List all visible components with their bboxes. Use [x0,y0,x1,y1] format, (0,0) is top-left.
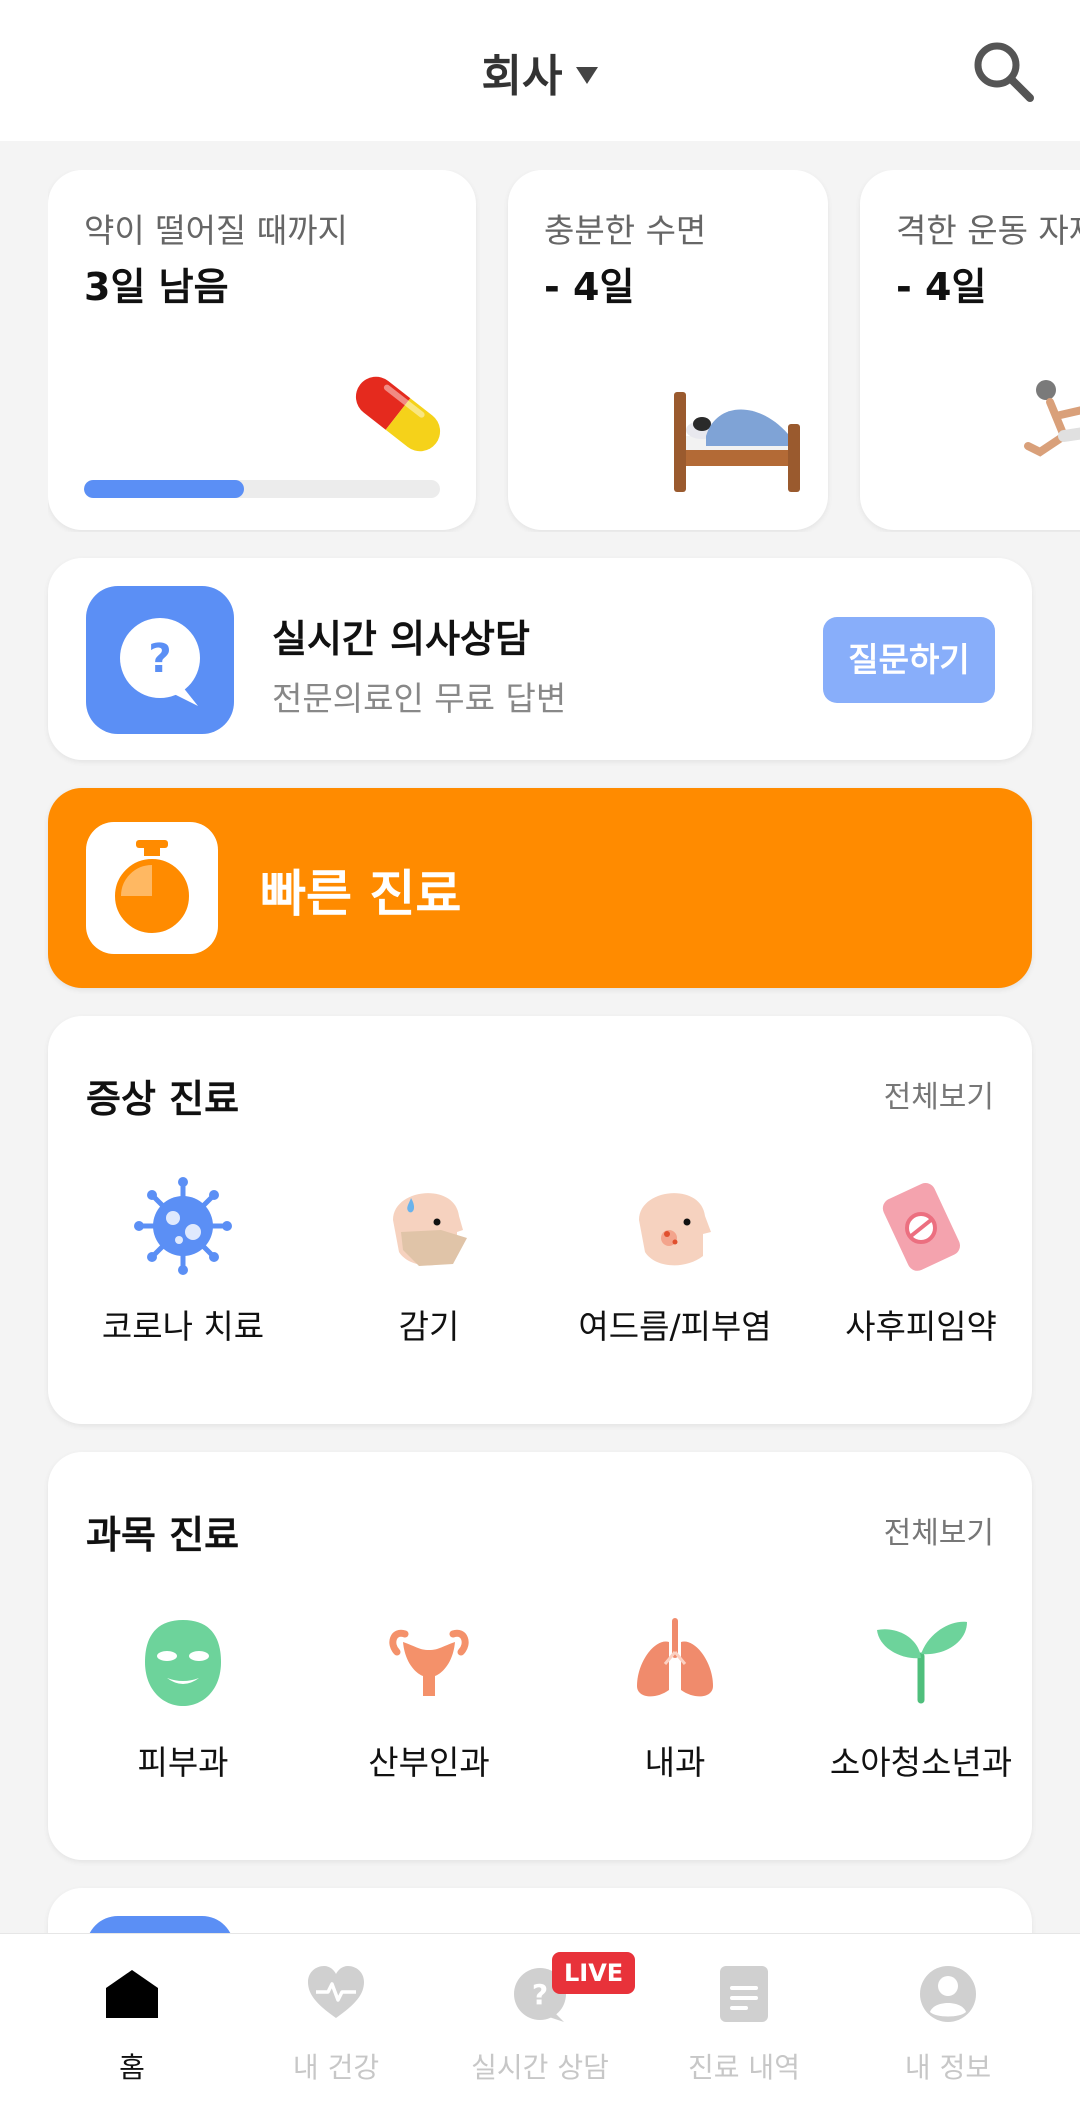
caret-down-icon [576,66,599,84]
quick-care-button[interactable]: 빠른 진료 [48,788,1032,988]
item-label: 산부인과 [368,1743,490,1782]
lungs-icon [637,1618,713,1697]
svg-text:?: ? [532,1978,548,2011]
bottom-tab-bar: 홈 내 건강 ? LIVE 실시간 상담 진료 내역 내 정보 [0,1933,1080,2115]
section-title: 증상 진료 [86,1077,240,1121]
pill-pack-icon [882,1183,960,1271]
progress-fill [84,480,245,498]
uterus-icon [389,1629,469,1696]
tab-label: 내 건강 [292,2051,380,2084]
document-icon [720,1966,768,2022]
symptom-item-acne[interactable]: 여드름/피부염 [552,1176,798,1348]
exercise-card[interactable]: 격한 운동 자제 - 4일 [860,170,1080,530]
mask-face-icon [393,1193,467,1266]
stopwatch-icon [86,822,218,954]
department-item-obgyn[interactable]: 산부인과 [306,1612,552,1784]
quick-care-label: 빠른 진료 [260,865,462,923]
card-value: 3일 남음 [84,265,229,309]
sprout-icon [877,1621,967,1704]
location-label: 회사 [481,51,563,102]
symptom-item-cold[interactable]: 감기 [306,1176,552,1348]
card-value: - 4일 [544,265,635,309]
exercise-icon [1024,380,1080,457]
sleep-card[interactable]: 충분한 수면 - 4일 [508,170,828,530]
realtime-consult-card[interactable]: ? 실시간 의사상담 전문의료인 무료 답변 질문하기 [48,558,1032,760]
department-care-section: 과목 진료 전체보기 피부과 산부인과 내과 소아청소년과 [48,1452,1032,1860]
department-item-internal-medicine[interactable]: 내과 [552,1612,798,1784]
tab-treatment-history[interactable]: 진료 내역 [636,1934,852,2115]
view-all-link[interactable]: 전체보기 [884,1508,994,1552]
card-title: 격한 운동 자제 [896,211,1080,250]
medicine-progress-bar [84,480,440,498]
top-header: 회사 [0,0,1080,141]
tab-home[interactable]: 홈 [24,1934,240,2115]
tab-label: 실시간 상담 [471,2051,609,2084]
item-label: 여드름/피부염 [578,1307,772,1346]
ask-question-button[interactable]: 질문하기 [823,617,995,703]
heart-pulse-icon [308,1966,364,2018]
item-label: 감기 [398,1307,460,1346]
user-icon [920,1966,976,2022]
tab-realtime-consult[interactable]: ? LIVE 실시간 상담 [432,1934,648,2115]
department-item-dermatology[interactable]: 피부과 [60,1612,306,1784]
question-bubble-icon: ? [86,586,234,734]
bed-icon [674,392,800,492]
symptom-item-emergency-contraception[interactable]: 사후피임약 [798,1176,1044,1348]
virus-icon [134,1177,232,1275]
card-title: 약이 떨어질 때까지 [84,211,348,250]
card-title: 충분한 수면 [544,211,707,250]
tab-my-info[interactable]: 내 정보 [840,1934,1056,2115]
tab-label: 홈 [119,2051,145,2084]
consult-subtitle: 전문의료인 무료 답변 [272,679,567,718]
consult-title: 실시간 의사상담 [272,617,530,661]
face-mask-icon [145,1620,221,1706]
svg-text:?: ? [148,636,171,682]
live-badge: LIVE [552,1952,636,1994]
section-title: 과목 진료 [86,1513,240,1557]
acne-face-icon [639,1193,711,1266]
home-icon [106,1970,158,2018]
tab-label: 진료 내역 [688,2051,800,2084]
symptom-care-section: 증상 진료 전체보기 코로나 치료 감기 여드름/피부염 사후피임약 [48,1016,1032,1424]
symptom-item-covid[interactable]: 코로나 치료 [60,1176,306,1348]
item-label: 코로나 치료 [101,1307,265,1346]
department-item-pediatrics[interactable]: 소아청소년과 [798,1612,1044,1784]
pill-icon [355,376,441,452]
status-cards-carousel[interactable]: 약이 떨어질 때까지 3일 남음 충분한 수면 - 4일 격한 운동 자제 - … [48,170,1080,532]
tab-label: 내 정보 [904,2051,992,2084]
item-label: 피부과 [137,1743,229,1782]
item-label: 내과 [644,1743,706,1782]
card-value: - 4일 [896,265,987,309]
location-selector[interactable]: 회사 [0,40,1080,104]
search-icon[interactable] [970,38,1036,104]
view-all-link[interactable]: 전체보기 [884,1072,994,1116]
medicine-card[interactable]: 약이 떨어질 때까지 3일 남음 [48,170,476,530]
item-label: 사후피임약 [845,1307,997,1346]
item-label: 소아청소년과 [829,1743,1013,1782]
tab-my-health[interactable]: 내 건강 [228,1934,444,2115]
